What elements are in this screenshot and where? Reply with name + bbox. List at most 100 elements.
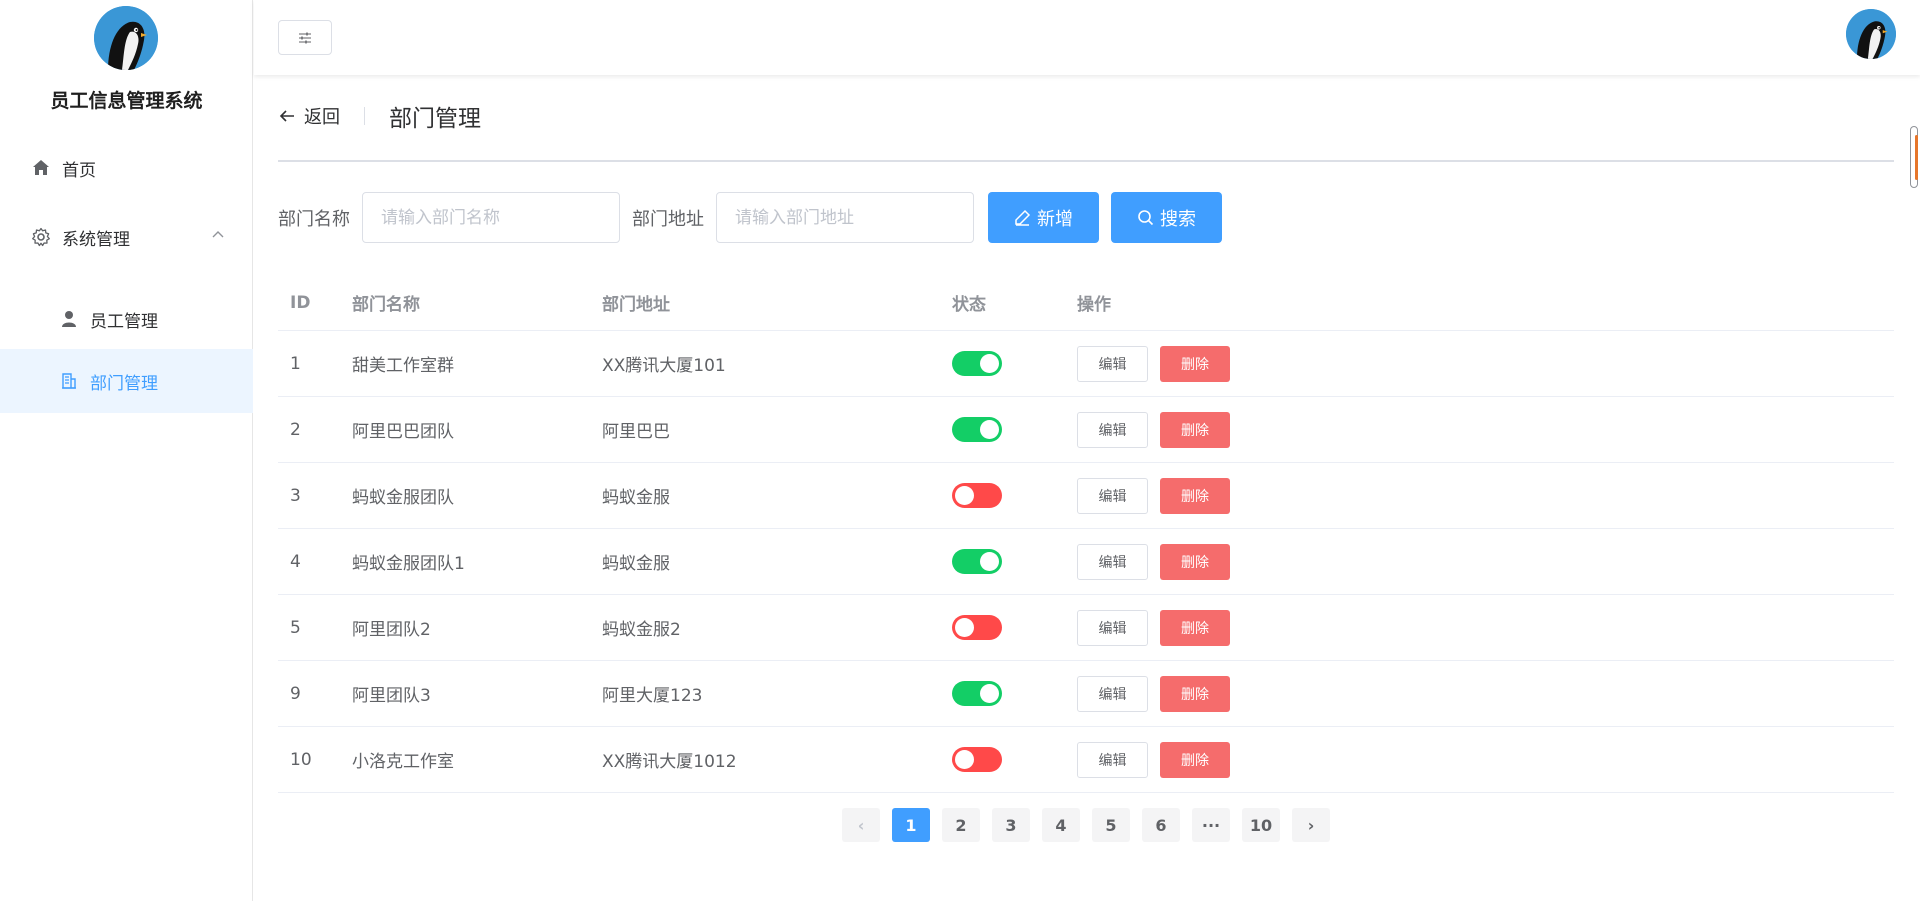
dept-addr-input[interactable]	[716, 192, 974, 243]
delete-button[interactable]: 删除	[1160, 609, 1230, 646]
page-button[interactable]: 10	[1242, 808, 1280, 842]
status-switch[interactable]	[952, 681, 1002, 706]
column-header-address: 部门地址	[602, 295, 670, 315]
cell-address: 蚂蚁金服	[602, 554, 670, 574]
cell-status	[940, 417, 1065, 442]
search-form: 部门名称 部门地址 新增 搜索	[278, 192, 1232, 243]
pagination: ‹ 1 2 3 4 5 6 ··· 10 ›	[842, 808, 1342, 842]
sidebar-item-system[interactable]: 系统管理	[0, 205, 253, 269]
status-switch[interactable]	[952, 351, 1002, 376]
delete-button[interactable]: 删除	[1160, 675, 1230, 712]
top-header	[254, 0, 1920, 75]
cell-name: 蚂蚁金服团队	[352, 488, 454, 508]
dept-name-input[interactable]	[362, 192, 620, 243]
cell-actions: 编辑 删除	[1065, 609, 1894, 646]
cell-actions: 编辑 删除	[1065, 477, 1894, 514]
sidebar-item-label: 首页	[62, 160, 96, 181]
edit-button[interactable]: 编辑	[1077, 477, 1148, 514]
back-label: 返回	[304, 107, 340, 128]
edit-button[interactable]: 编辑	[1077, 741, 1148, 778]
page-button[interactable]: 5	[1092, 808, 1130, 842]
cell-name: 蚂蚁金服团队1	[352, 554, 465, 574]
cell-id: 4	[290, 551, 301, 572]
add-button-label: 新增	[1037, 208, 1073, 230]
status-switch[interactable]	[952, 483, 1002, 508]
cell-id: 5	[290, 617, 301, 638]
add-button[interactable]: 新增	[988, 192, 1099, 243]
table-row: 3 蚂蚁金服团队 蚂蚁金服 编辑 删除	[278, 463, 1894, 529]
prev-page-button[interactable]: ‹	[842, 808, 880, 842]
dept-addr-label: 部门地址	[632, 208, 704, 230]
sidebar-item-departments[interactable]: 部门管理	[0, 349, 253, 413]
edit-button[interactable]: 编辑	[1077, 543, 1148, 580]
column-header-name: 部门名称	[352, 295, 420, 315]
sidebar-item-label: 部门管理	[90, 373, 158, 394]
next-page-button[interactable]: ›	[1292, 808, 1330, 842]
cell-name: 小洛克工作室	[352, 752, 454, 772]
cell-status	[940, 549, 1065, 574]
sidebar-item-label: 员工管理	[90, 311, 158, 332]
page-button[interactable]: 4	[1042, 808, 1080, 842]
edit-button[interactable]: 编辑	[1077, 411, 1148, 448]
app-title: 员工信息管理系统	[50, 90, 203, 112]
home-icon	[30, 157, 52, 179]
chevron-up-icon	[212, 231, 224, 238]
status-switch[interactable]	[952, 417, 1002, 442]
delete-button[interactable]: 删除	[1160, 345, 1230, 382]
avatar[interactable]	[1846, 9, 1896, 59]
switch-knob	[980, 552, 999, 571]
cell-id: 9	[290, 683, 301, 704]
column-header-actions: 操作	[1077, 295, 1111, 315]
sidebar-item-employees[interactable]: 员工管理	[0, 287, 253, 351]
edit-button[interactable]: 编辑	[1077, 609, 1148, 646]
delete-button[interactable]: 删除	[1160, 411, 1230, 448]
back-button[interactable]: 返回	[278, 103, 340, 129]
sidebar-item-home[interactable]: 首页	[0, 136, 253, 200]
edit-pen-icon	[1015, 209, 1031, 226]
cell-actions: 编辑 删除	[1065, 741, 1894, 778]
cell-name: 阿里巴巴团队	[352, 422, 454, 442]
table-header-row: ID 部门名称 部门地址 状态 操作	[278, 275, 1894, 331]
sidebar-item-label: 系统管理	[62, 229, 130, 250]
status-switch[interactable]	[952, 549, 1002, 574]
page-button[interactable]: 1	[892, 808, 930, 842]
table-row: 2 阿里巴巴团队 阿里巴巴 编辑 删除	[278, 397, 1894, 463]
page-button[interactable]: 6	[1142, 808, 1180, 842]
page-header: 返回 部门管理	[278, 96, 481, 136]
table-row: 4 蚂蚁金服团队1 蚂蚁金服 编辑 删除	[278, 529, 1894, 595]
cell-status	[940, 351, 1065, 376]
cell-address: 阿里巴巴	[602, 422, 670, 442]
status-switch[interactable]	[952, 615, 1002, 640]
search-button[interactable]: 搜索	[1111, 192, 1222, 243]
page-button[interactable]: 2	[942, 808, 980, 842]
cell-name: 甜美工作室群	[352, 356, 454, 376]
more-pages-button[interactable]: ···	[1192, 808, 1230, 842]
switch-knob	[955, 486, 974, 505]
logo-penguin-icon	[94, 6, 158, 70]
gear-icon	[30, 226, 52, 248]
page-button[interactable]: 3	[992, 808, 1030, 842]
scrollbar-thumb[interactable]	[1910, 126, 1918, 188]
cell-status	[940, 615, 1065, 640]
delete-button[interactable]: 删除	[1160, 477, 1230, 514]
table-row: 5 阿里团队2 蚂蚁金服2 编辑 删除	[278, 595, 1894, 661]
dept-name-label: 部门名称	[278, 208, 350, 230]
switch-knob	[980, 354, 999, 373]
cell-status	[940, 747, 1065, 772]
cell-id: 2	[290, 419, 301, 440]
status-switch[interactable]	[952, 747, 1002, 772]
sliders-icon	[299, 32, 311, 43]
cell-address: 蚂蚁金服2	[602, 620, 681, 640]
cell-status	[940, 681, 1065, 706]
delete-button[interactable]: 删除	[1160, 741, 1230, 778]
delete-button[interactable]: 删除	[1160, 543, 1230, 580]
edit-button[interactable]: 编辑	[1077, 675, 1148, 712]
building-icon	[58, 370, 80, 392]
edit-button[interactable]: 编辑	[1077, 345, 1148, 382]
cell-address: XX腾讯大厦101	[602, 356, 726, 376]
column-header-status: 状态	[952, 295, 986, 315]
cell-actions: 编辑 删除	[1065, 543, 1894, 580]
sidebar: 员工信息管理系统 首页 系统管理 员工管理 部门管理	[0, 0, 253, 901]
sidebar-toggle-button[interactable]	[278, 20, 332, 55]
cell-id: 10	[290, 749, 312, 770]
